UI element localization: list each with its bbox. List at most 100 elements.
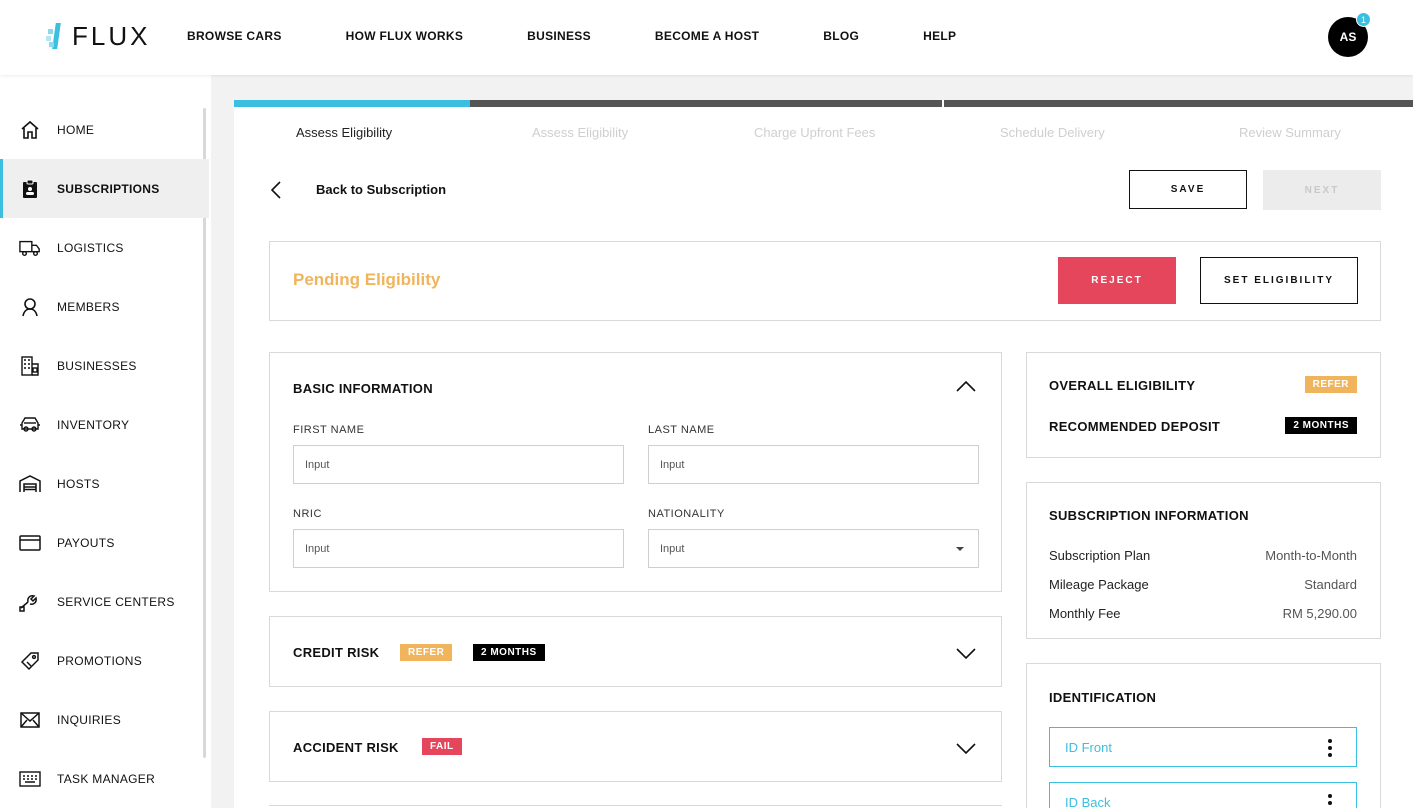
monthly-fee-value: RM 5,290.00 xyxy=(1282,606,1357,621)
credit-risk-months-badge: 2 MONTHS xyxy=(473,644,545,661)
subscription-plan-value: Month-to-Month xyxy=(1265,548,1357,563)
id-front-item[interactable]: ID Front xyxy=(1049,727,1357,767)
truck-icon xyxy=(19,237,41,259)
sidebar-item-home[interactable]: HOME xyxy=(0,100,209,159)
credit-risk-card[interactable]: CREDIT RISK REFER 2 MONTHS xyxy=(269,616,1002,687)
accident-risk-title: ACCIDENT RISK xyxy=(293,740,399,755)
step-charge-upfront-fees[interactable]: Charge Upfront Fees xyxy=(754,125,875,140)
mileage-package-label: Mileage Package xyxy=(1049,577,1149,592)
sidebar-item-inventory[interactable]: INVENTORY xyxy=(0,395,209,454)
subscription-plan-label: Subscription Plan xyxy=(1049,548,1151,563)
stepper-progress-segment xyxy=(944,100,1413,107)
sidebar-item-task-manager[interactable]: TASK MANAGER xyxy=(0,749,209,808)
stepper-progress-segment xyxy=(470,100,942,107)
building-icon xyxy=(19,355,41,377)
nationality-value: Input xyxy=(660,542,685,555)
basic-information-card: BASIC INFORMATION FIRST NAME Input LAST … xyxy=(269,352,1002,592)
sidebar-item-service-centers[interactable]: SERVICE CENTERS xyxy=(0,572,209,631)
step-assess-eligibility[interactable]: Assess Eligibility xyxy=(296,125,392,140)
identification-title: IDENTIFICATION xyxy=(1049,690,1157,705)
next-button[interactable]: NEXT xyxy=(1263,170,1381,210)
save-button[interactable]: SAVE xyxy=(1129,170,1247,209)
more-options-icon[interactable] xyxy=(1328,739,1332,757)
nationality-select[interactable]: Input xyxy=(648,529,979,568)
accident-risk-card[interactable]: ACCIDENT RISK FAIL xyxy=(269,711,1002,782)
more-options-icon[interactable] xyxy=(1328,794,1332,808)
step-assess-eligibility-2[interactable]: Assess Eligibility xyxy=(532,125,628,140)
main-panel: Assess Eligibility Assess Eligibility Ch… xyxy=(234,100,1413,808)
sidebar-item-label: HOME xyxy=(57,122,95,137)
sidebar-item-label: PAYOUTS xyxy=(57,535,115,550)
chevron-down-icon[interactable] xyxy=(956,647,976,665)
step-schedule-delivery[interactable]: Schedule Delivery xyxy=(1000,125,1105,140)
subscription-information-card: SUBSCRIPTION INFORMATION Subscription Pl… xyxy=(1026,482,1381,639)
overall-eligibility-badge: REFER xyxy=(1304,376,1357,393)
back-label: Back to Subscription xyxy=(316,182,447,197)
keyboard-icon xyxy=(19,768,41,790)
sidebar: HOME SUBSCRIPTIONS LOGISTICS MEMBERS BUS… xyxy=(0,75,211,808)
tag-icon xyxy=(19,650,41,672)
overall-eligibility-card: OVERALL ELIGIBILITY REFER RECOMMENDED DE… xyxy=(1026,352,1381,458)
nav-how-flux-works[interactable]: HOW FLUX WORKS xyxy=(346,29,464,43)
notification-badge[interactable]: 1 xyxy=(1356,12,1371,27)
sidebar-item-label: PROMOTIONS xyxy=(57,653,143,668)
wrench-icon xyxy=(19,591,41,613)
chevron-down-icon[interactable] xyxy=(956,742,976,760)
main-nav-links: BROWSE CARS HOW FLUX WORKS BUSINESS BECO… xyxy=(187,29,956,43)
chevron-left-icon xyxy=(270,180,282,205)
monthly-fee-label: Monthly Fee xyxy=(1049,606,1121,621)
status-title: Pending Eligibility xyxy=(293,270,441,289)
nav-blog[interactable]: BLOG xyxy=(823,29,859,43)
nav-browse-cars[interactable]: BROWSE CARS xyxy=(187,29,282,43)
sidebar-item-businesses[interactable]: BUSINESSES xyxy=(0,336,209,395)
flux-logo-text: FLUX xyxy=(72,20,151,51)
sidebar-item-label: BUSINESSES xyxy=(57,358,137,373)
last-name-field[interactable]: Input xyxy=(648,445,979,484)
chevron-up-icon[interactable] xyxy=(956,379,976,397)
nav-business[interactable]: BUSINESS xyxy=(527,29,591,43)
credit-risk-title: CREDIT RISK xyxy=(293,645,380,660)
id-back-item[interactable]: ID Back xyxy=(1049,782,1357,808)
recommended-deposit-label: RECOMMENDED DEPOSIT xyxy=(1049,419,1221,434)
mileage-package-value: Standard xyxy=(1304,577,1357,592)
nric-field[interactable]: Input xyxy=(293,529,624,568)
sidebar-item-label: TASK MANAGER xyxy=(57,771,156,786)
eligibility-status-card: Pending Eligibility REJECT SET ELIGIBILI… xyxy=(269,241,1381,321)
first-name-label: FIRST NAME xyxy=(293,424,365,436)
user-icon xyxy=(19,296,41,318)
nav-become-a-host[interactable]: BECOME A HOST xyxy=(655,29,759,43)
nav-help[interactable]: HELP xyxy=(923,29,956,43)
back-to-subscription-link[interactable]: Back to Subscription xyxy=(270,180,446,205)
sidebar-item-inquiries[interactable]: INQUIRIES xyxy=(0,690,209,749)
reject-button[interactable]: REJECT xyxy=(1058,257,1176,304)
sidebar-item-label: SERVICE CENTERS xyxy=(57,594,175,609)
set-eligibility-button[interactable]: SET ELIGIBILITY xyxy=(1200,257,1358,304)
sidebar-item-label: MEMBERS xyxy=(57,299,120,314)
sidebar-item-label: SUBSCRIPTIONS xyxy=(57,181,160,196)
accident-risk-fail-badge: FAIL xyxy=(422,738,462,755)
stepper-progress-active xyxy=(234,100,470,107)
sidebar-item-subscriptions[interactable]: SUBSCRIPTIONS xyxy=(0,159,209,218)
top-navigation: FLUX BROWSE CARS HOW FLUX WORKS BUSINESS… xyxy=(0,0,1413,75)
sidebar-item-label: HOSTS xyxy=(57,476,100,491)
sidebar-item-label: INVENTORY xyxy=(57,417,130,432)
basic-information-title: BASIC INFORMATION xyxy=(293,381,433,396)
envelope-icon xyxy=(19,709,41,731)
sidebar-item-logistics[interactable]: LOGISTICS xyxy=(0,218,209,277)
dropdown-caret-icon xyxy=(956,547,964,551)
credit-risk-refer-badge: REFER xyxy=(400,644,453,661)
sidebar-item-promotions[interactable]: PROMOTIONS xyxy=(0,631,209,690)
flux-logo-mark-icon xyxy=(46,21,68,51)
recommended-deposit-badge: 2 MONTHS xyxy=(1285,417,1357,434)
step-review-summary[interactable]: Review Summary xyxy=(1239,125,1341,140)
clipboard-icon xyxy=(19,178,41,200)
card-icon xyxy=(19,532,41,554)
sidebar-item-label: LOGISTICS xyxy=(57,240,124,255)
first-name-field[interactable]: Input xyxy=(293,445,624,484)
sidebar-item-members[interactable]: MEMBERS xyxy=(0,277,209,336)
sidebar-item-payouts[interactable]: PAYOUTS xyxy=(0,513,209,572)
flux-logo[interactable]: FLUX xyxy=(46,20,150,52)
home-icon xyxy=(19,119,41,141)
sidebar-item-hosts[interactable]: HOSTS xyxy=(0,454,209,513)
overall-eligibility-label: OVERALL ELIGIBILITY xyxy=(1049,378,1196,393)
